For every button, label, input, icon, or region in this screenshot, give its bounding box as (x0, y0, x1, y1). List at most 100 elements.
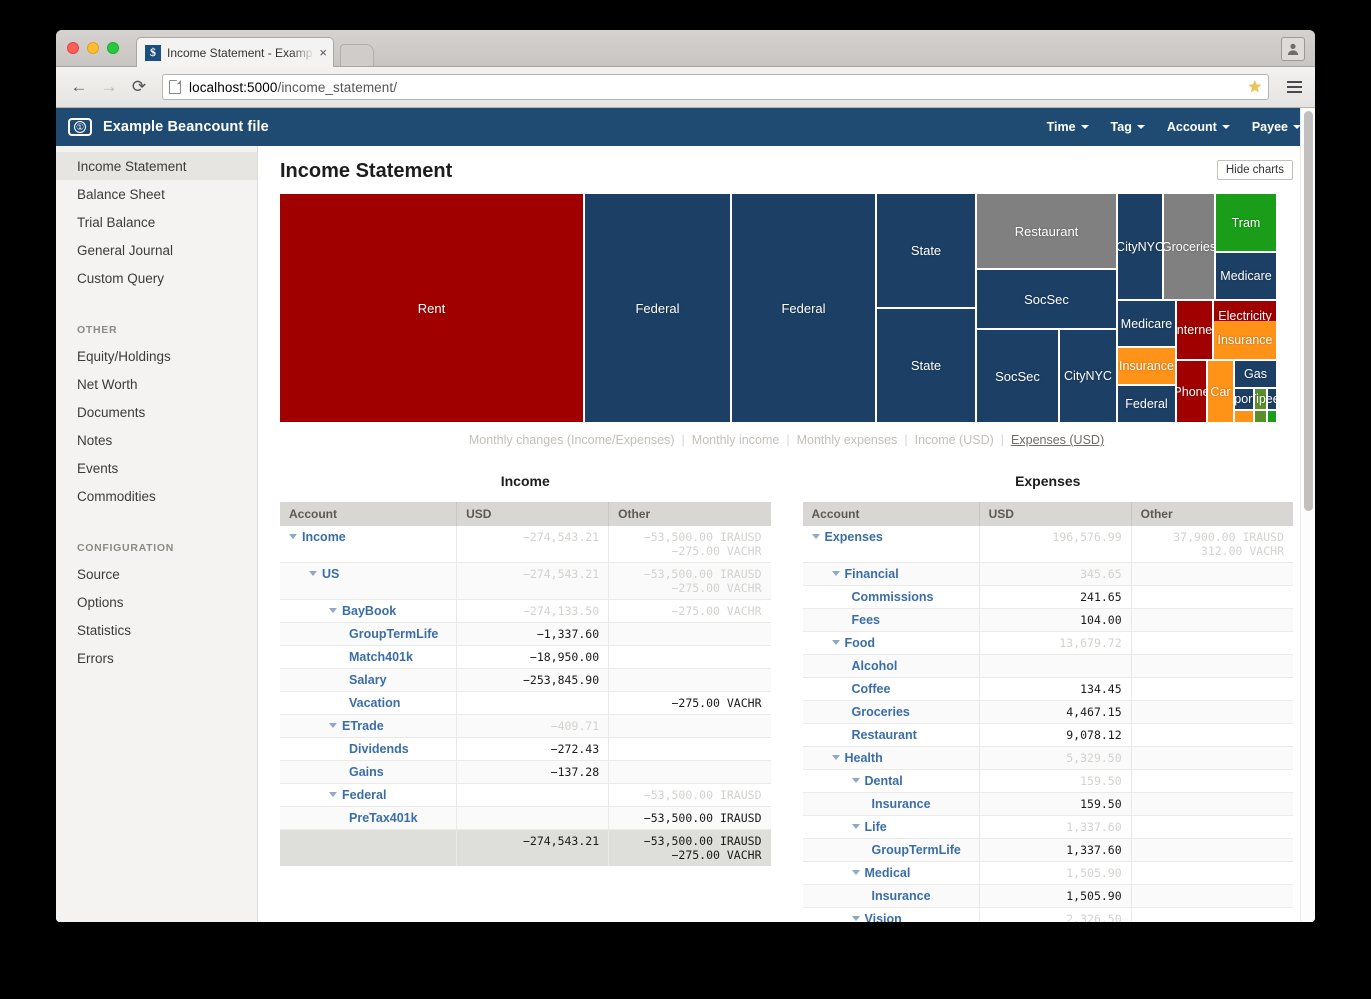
table-row[interactable]: Health 5,329.50 (802, 746, 1293, 770)
table-row[interactable]: PreTax401k −53,500.00 IRAUSD (280, 806, 771, 830)
column-header-account[interactable]: Account (802, 502, 980, 526)
column-header-usd[interactable]: USD (979, 502, 1132, 526)
account-name[interactable]: Dividends (349, 742, 409, 756)
treemap-tile[interactable]: Groceries (1164, 194, 1214, 299)
account-name[interactable]: Groceries (852, 705, 910, 719)
account-cell[interactable]: BayBook (280, 599, 458, 623)
nav-account[interactable]: Account (1167, 120, 1230, 134)
account-name[interactable]: Food (845, 636, 876, 650)
back-icon[interactable]: ← (66, 74, 92, 100)
page-info-icon[interactable] (169, 80, 181, 94)
account-cell[interactable]: Coffee (802, 677, 980, 701)
chart-link[interactable]: Expenses (USD) (1011, 433, 1104, 447)
address-bar[interactable]: localhost:5000/income_statement/ ★ (162, 74, 1269, 100)
close-icon[interactable]: × (315, 45, 327, 60)
sidebar-item-custom-query[interactable]: Custom Query (56, 264, 257, 292)
table-row[interactable]: ETrade −409.71 (280, 714, 771, 738)
table-row[interactable]: Gains −137.28 (280, 760, 771, 784)
account-name[interactable]: PreTax401k (349, 811, 418, 825)
account-name[interactable]: ETrade (342, 719, 384, 733)
table-row[interactable]: Restaurant 9,078.12 (802, 723, 1293, 747)
account-cell[interactable]: Dividends (280, 737, 458, 761)
minimize-window-button[interactable] (87, 42, 99, 54)
treemap-tile[interactable]: Gas (1235, 361, 1276, 387)
sidebar-item-options[interactable]: Options (56, 588, 257, 616)
account-cell[interactable]: Food (802, 631, 980, 655)
account-name[interactable]: Insurance (872, 797, 931, 811)
account-cell[interactable]: Alcohol (802, 654, 980, 678)
account-name[interactable]: Fees (852, 613, 881, 627)
account-name[interactable]: Coffee (852, 682, 891, 696)
account-cell[interactable]: Insurance (802, 792, 980, 816)
treemap-tile[interactable]: Federal (732, 194, 875, 422)
account-name[interactable]: Health (845, 751, 883, 765)
expand-toggle-icon[interactable] (329, 723, 337, 729)
treemap-tile[interactable]: Federal (1118, 386, 1175, 422)
table-row[interactable]: Dental 159.50 (802, 769, 1293, 793)
sidebar-item-source[interactable]: Source (56, 560, 257, 588)
table-row[interactable]: Vacation −275.00 VACHR (280, 691, 771, 715)
table-row[interactable]: Fees 104.00 (802, 608, 1293, 632)
bookmark-star-icon[interactable]: ★ (1248, 77, 1262, 97)
treemap-tile[interactable]: Phone (1177, 361, 1206, 422)
account-cell[interactable]: Groceries (802, 700, 980, 724)
table-row[interactable]: Medical 1,505.90 (802, 861, 1293, 885)
account-cell[interactable]: Fees (802, 608, 980, 632)
profile-avatar-icon[interactable] (1281, 37, 1305, 61)
sidebar-item-balance-sheet[interactable]: Balance Sheet (56, 180, 257, 208)
account-name[interactable]: Dental (865, 774, 903, 788)
treemap-tile[interactable] (1235, 411, 1253, 422)
account-cell[interactable]: Dental (802, 769, 980, 793)
treemap-tile[interactable]: Insurance (1118, 348, 1175, 384)
account-name[interactable]: Match401k (349, 650, 413, 664)
table-row[interactable]: GroupTermLife 1,337.60 (802, 838, 1293, 862)
account-cell[interactable]: Medical (802, 861, 980, 885)
nav-time[interactable]: Time (1047, 120, 1089, 134)
table-row[interactable]: GroupTermLife −1,337.60 (280, 622, 771, 646)
account-cell[interactable]: Federal (280, 783, 458, 807)
table-row[interactable]: Match401k −18,950.00 (280, 645, 771, 669)
treemap-tile[interactable]: SocSec (977, 270, 1116, 328)
expand-toggle-icon[interactable] (289, 534, 297, 540)
expand-toggle-icon[interactable] (329, 792, 337, 798)
hide-charts-button[interactable]: Hide charts (1216, 160, 1293, 180)
sidebar-item-errors[interactable]: Errors (56, 644, 257, 672)
account-name[interactable]: Vacation (349, 696, 400, 710)
sidebar-item-events[interactable]: Events (56, 454, 257, 482)
column-header-account[interactable]: Account (280, 502, 458, 526)
treemap-tile[interactable] (1268, 411, 1276, 422)
account-cell[interactable]: GroupTermLife (802, 838, 980, 862)
table-row[interactable]: US −274,543.21 −53,500.00 IRAUSD −275.00 V… (280, 562, 771, 600)
account-name[interactable]: Restaurant (852, 728, 917, 742)
account-name[interactable]: Life (865, 820, 887, 834)
sidebar-item-trial-balance[interactable]: Trial Balance (56, 208, 257, 236)
sidebar-item-general-journal[interactable]: General Journal (56, 236, 257, 264)
sidebar-item-notes[interactable]: Notes (56, 426, 257, 454)
treemap-tile[interactable]: Insurance (1214, 321, 1276, 359)
table-row[interactable]: Insurance 159.50 (802, 792, 1293, 816)
treemap-tile[interactable]: SocSec (977, 330, 1058, 422)
treemap-tile[interactable]: Medicare (1216, 253, 1276, 299)
expand-toggle-icon[interactable] (831, 755, 840, 761)
treemap-tile[interactable]: CityNYC (1060, 330, 1116, 422)
treemap-tile[interactable]: Tram (1216, 194, 1276, 251)
account-name[interactable]: Financial (845, 567, 899, 581)
sidebar-item-statistics[interactable]: Statistics (56, 616, 257, 644)
account-cell[interactable]: Income (280, 526, 458, 563)
treemap-tile[interactable]: Medicare (1118, 301, 1175, 346)
account-name[interactable]: Insurance (872, 889, 931, 903)
new-tab-button[interactable] (340, 44, 374, 66)
nav-payee[interactable]: Payee (1252, 120, 1301, 134)
account-name[interactable]: Salary (349, 673, 387, 687)
browser-menu-icon[interactable] (1283, 74, 1305, 100)
account-cell[interactable]: Life (802, 815, 980, 839)
expand-toggle-icon[interactable] (851, 778, 860, 784)
expand-toggle-icon[interactable] (851, 870, 860, 876)
account-name[interactable]: Expenses (825, 530, 883, 544)
expenses-treemap-chart[interactable]: Rent Federal Federal State State Restaurant So… (280, 194, 1276, 422)
account-cell[interactable]: Commissions (802, 585, 980, 609)
table-row[interactable]: BayBook −274,133.50 −275.00 VACHR (280, 599, 771, 623)
treemap-tile[interactable]: Rent (280, 194, 583, 422)
treemap-tile[interactable]: CityNYC (1118, 194, 1162, 299)
treemap-tile[interactable]: Internet (1177, 301, 1212, 359)
